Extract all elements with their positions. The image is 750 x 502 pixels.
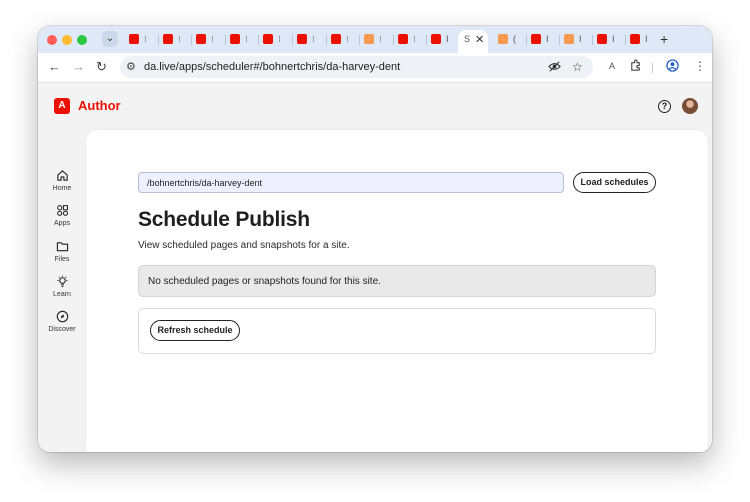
browser-tab[interactable]: I [592,30,625,49]
tab-search-button[interactable]: ⌄ [102,31,118,47]
back-arrow-icon[interactable]: ← [48,60,61,74]
tab-title: ⁝ [178,34,181,44]
browser-menu-icon[interactable]: ⋮ [694,59,706,73]
reload-icon[interactable]: ↻ [96,60,107,74]
nav-item-apps[interactable]: Apps [46,204,78,234]
browser-tab[interactable]: ⁝ [124,30,157,49]
home-icon [56,170,68,181]
profile-icon[interactable] [666,59,679,75]
discover-icon [56,310,68,323]
nav-item-discover[interactable]: Discover [46,310,78,340]
browser-tab[interactable]: ⁝ [258,30,291,49]
browser-tab[interactable]: ⁝ [158,30,191,49]
url-text[interactable]: da.live/apps/scheduler#/bohnertchris/da-… [144,61,400,73]
page-description: View scheduled pages and snapshots for a… [138,240,350,251]
tab-title: I [645,34,648,44]
nav-item-home[interactable]: Home [46,169,78,199]
browser-tab[interactable]: ⁝ [191,30,224,49]
forward-arrow-icon[interactable]: → [72,60,85,74]
tab-title: S [464,34,471,44]
browser-tab[interactable]: ⁝ [393,30,426,49]
orange-favicon-icon [564,34,574,44]
tab-title: I [546,34,549,44]
adobe-logo-icon[interactable]: A [54,98,70,114]
address-bar: ← → ↻ ⚙ da.live/apps/scheduler#/bohnertc… [38,53,712,83]
omnibox[interactable]: ⚙ da.live/apps/scheduler#/bohnertchris/d… [120,56,593,78]
page-content: A Author ? Home Apps Files Learn Discove… [38,83,712,452]
adobe-favicon-icon [630,34,640,44]
adobe-favicon-icon [230,34,240,44]
tab-title: ⁝ [245,34,248,44]
page-title: Schedule Publish [138,208,310,231]
tab-title: ⁝ [312,34,315,44]
adobe-favicon-icon [297,34,307,44]
folder-icon [56,242,68,252]
extensions-puzzle-icon[interactable] [629,59,642,75]
tab-title: I [612,34,615,44]
close-tab-icon[interactable]: ✕ [475,33,484,46]
tab-title: ⁝ [413,34,416,44]
refresh-panel: Refresh schedule [138,308,656,354]
zoom-window-button[interactable] [77,35,87,45]
toolbar-divider [652,63,653,73]
browser-tab[interactable]: I [426,30,459,49]
scheduler-card: Load schedules Schedule Publish View sch… [86,130,708,452]
orange-favicon-icon [364,34,374,44]
browser-tab[interactable]: I [526,30,559,49]
help-icon[interactable]: ? [658,100,671,113]
empty-state-panel: No scheduled pages or snapshots found fo… [138,265,656,297]
adobe-favicon-icon [196,34,206,44]
tab-title: ⁝ [278,34,281,44]
new-tab-button[interactable]: + [660,32,668,46]
tab-title: ⁝ [211,34,214,44]
adobe-favicon-icon [597,34,607,44]
browser-tab[interactable]: ⁝ [225,30,258,49]
nav-label: Learn [53,291,71,298]
nav-label: Home [52,185,72,192]
tab-title: ⁝ [346,34,349,44]
empty-state-message: No scheduled pages or snapshots found fo… [148,276,381,287]
nav-item-files[interactable]: Files [46,240,78,270]
nav-item-learn[interactable]: Learn [46,275,78,305]
tab-title: ⁝ [144,34,147,44]
adobe-favicon-icon [129,34,139,44]
tab-title: ( [513,34,516,44]
site-path-input[interactable] [138,172,564,193]
adobe-favicon-icon [331,34,341,44]
browser-tab[interactable]: ( [493,30,526,49]
nav-label: Files [54,256,70,263]
tab-title: ⁝ [379,34,382,44]
tab-title: I [579,34,582,44]
browser-tab[interactable]: I [559,30,592,49]
browser-tab[interactable]: ⁝ [326,30,359,49]
site-settings-icon[interactable]: ⚙ [126,60,136,73]
adobe-favicon-icon [431,34,441,44]
adobe-favicon-icon [398,34,408,44]
orange-favicon-icon [498,34,508,44]
close-window-button[interactable] [47,35,57,45]
bookmark-star-icon[interactable]: ☆ [572,60,583,74]
extension-a-icon[interactable]: A [609,61,615,71]
brand-name[interactable]: Author [78,98,121,113]
adobe-favicon-icon [163,34,173,44]
browser-tab[interactable]: I [625,30,658,49]
adobe-favicon-icon [531,34,541,44]
tab-title: I [446,34,449,44]
tab-strip: ⌄ ⁝ ⁝ ⁝ ⁝ ⁝ ⁝ ⁝ ⁝ ⁝ I S ✕ ( I I I I + [38,26,712,53]
minimize-window-button[interactable] [62,35,72,45]
avatar[interactable] [682,98,698,114]
apps-icon [56,205,68,216]
browser-tab[interactable]: ⁝ [359,30,392,49]
eye-slash-icon[interactable] [548,60,561,76]
active-browser-tab[interactable]: S ✕ [458,30,488,53]
load-schedules-button[interactable]: Load schedules [573,172,656,193]
refresh-schedule-button[interactable]: Refresh schedule [150,320,240,341]
browser-tab[interactable]: ⁝ [292,30,325,49]
nav-label: Apps [54,220,70,227]
nav-label: Discover [48,326,76,333]
adobe-favicon-icon [263,34,273,44]
lightbulb-icon [56,275,68,287]
browser-window: ⌄ ⁝ ⁝ ⁝ ⁝ ⁝ ⁝ ⁝ ⁝ ⁝ I S ✕ ( I I I I + ← … [38,26,712,452]
